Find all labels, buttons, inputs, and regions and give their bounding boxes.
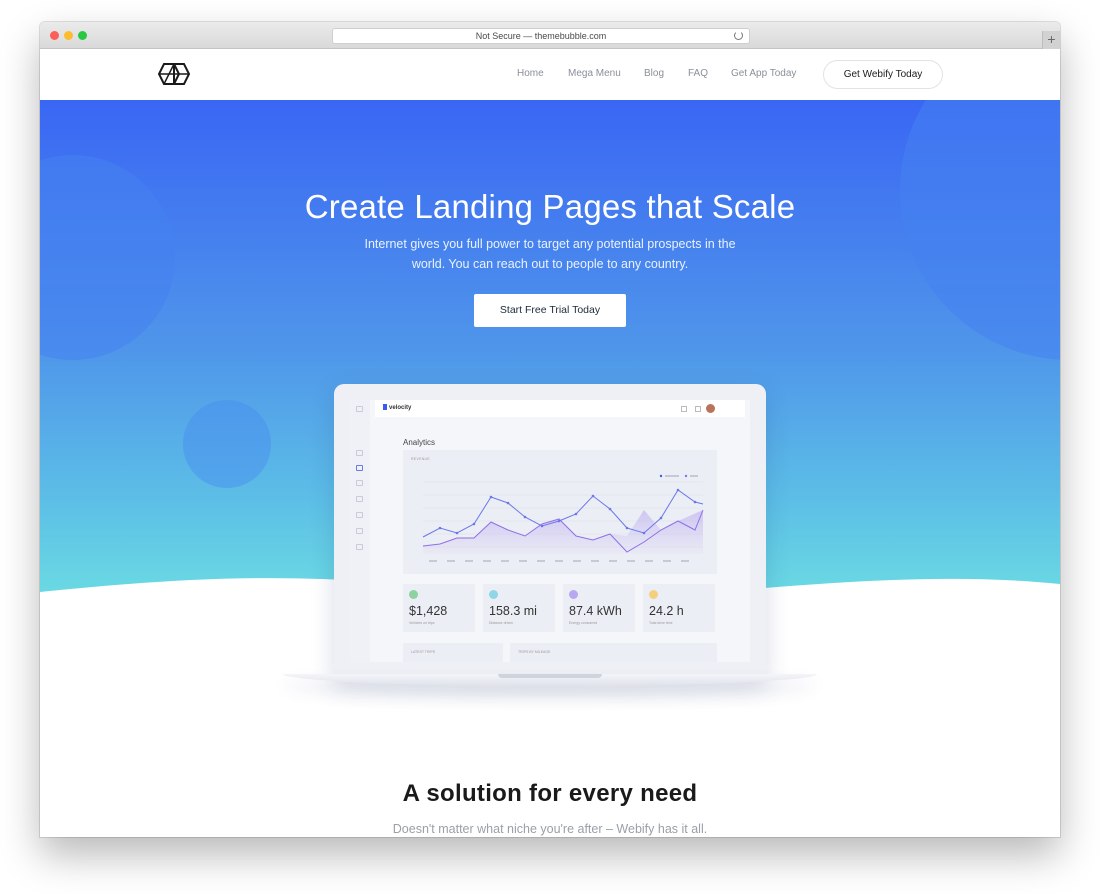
dashboard-screenshot: velocity Analytics REVENUE $1,428 Vehicl… <box>350 400 750 662</box>
dashboard-brand: velocity <box>383 404 411 411</box>
stat-value: $1,428 <box>409 604 448 618</box>
clock-icon <box>649 590 658 599</box>
minimize-window-icon[interactable] <box>64 31 73 40</box>
dashboard-sidebar <box>350 400 370 662</box>
energy-icon <box>569 590 578 599</box>
decorative-circle <box>183 400 271 488</box>
dashboard-heading: Analytics <box>403 438 436 447</box>
browser-titlebar: Not Secure — themebubble.com + <box>40 22 1060 49</box>
address-bar[interactable]: Not Secure — themebubble.com <box>332 28 750 44</box>
nav-link-home[interactable]: Home <box>517 68 544 79</box>
nav-link-get-app[interactable]: Get App Today <box>731 68 796 79</box>
trips-by-mileage-card: TRIPS BY MILEAGE <box>510 643 717 662</box>
reload-icon[interactable] <box>734 31 743 40</box>
hero-title: Create Landing Pages that Scale <box>304 188 796 225</box>
start-free-trial-button[interactable]: Start Free Trial Today <box>474 294 626 327</box>
nav-link-faq[interactable]: FAQ <box>688 68 708 79</box>
cloud-icon <box>356 496 363 502</box>
message-icon <box>695 406 701 412</box>
decorative-circle <box>900 100 1060 360</box>
dashboard-topbar: velocity <box>375 400 745 417</box>
stat-card: 24.2 h Total drive time <box>643 584 715 632</box>
settings-icon <box>356 544 363 550</box>
stat-value: 158.3 mi <box>489 604 537 618</box>
stat-value: 24.2 h <box>649 604 684 618</box>
nav-link-mega-menu[interactable]: Mega Menu <box>568 68 621 79</box>
analytics-icon <box>356 465 363 471</box>
decorative-circle <box>40 155 175 360</box>
latest-trips-card: LATEST TRIPS <box>403 643 503 662</box>
hero-subtitle: Internet gives you full power to target … <box>364 237 736 271</box>
checkmark-icon <box>409 590 418 599</box>
stat-value: 87.4 kWh <box>569 604 622 618</box>
stat-card: $1,428 Vehicles on trips <box>403 584 475 632</box>
get-webify-button[interactable]: Get Webify Today <box>823 60 943 89</box>
revenue-chart-card: REVENUE <box>403 450 717 574</box>
calendar-icon <box>356 528 363 534</box>
mail-icon <box>356 512 363 518</box>
card-label: TRIPS BY MILEAGE <box>518 650 551 654</box>
stat-card: 158.3 mi Distance driven <box>483 584 555 632</box>
site-header: Home Mega Menu Blog FAQ Get App Today Ge… <box>40 49 1060 100</box>
maximize-window-icon[interactable] <box>78 31 87 40</box>
address-text: Not Secure — themebubble.com <box>475 31 607 41</box>
browser-window: Not Secure — themebubble.com + Home Mega… <box>40 22 1060 837</box>
menu-icon <box>356 406 363 412</box>
stat-label: Energy consumed <box>569 621 598 625</box>
stat-card: 87.4 kWh Energy consumed <box>563 584 635 632</box>
distance-icon <box>489 590 498 599</box>
home-icon <box>356 450 363 456</box>
section-title: A solution for every need <box>402 780 698 807</box>
new-tab-button[interactable]: + <box>1042 31 1060 49</box>
nav-link-blog[interactable]: Blog <box>644 68 664 79</box>
notification-icon <box>681 406 687 412</box>
laptop-mockup: velocity Analytics REVENUE $1,428 Vehicl… <box>334 384 766 678</box>
close-window-icon[interactable] <box>50 31 59 40</box>
stat-label: Distance driven <box>489 621 514 625</box>
car-icon <box>356 480 363 486</box>
stat-label: Vehicles on trips <box>409 621 435 625</box>
avatar <box>706 404 715 413</box>
section-subtitle: Doesn't matter what niche you're after –… <box>392 822 708 836</box>
stat-label: Total drive time <box>649 621 673 625</box>
laptop-notch <box>498 674 602 678</box>
webify-logo-icon[interactable] <box>157 63 191 85</box>
card-label: LATEST TRIPS <box>411 650 436 654</box>
revenue-chart <box>422 474 704 562</box>
